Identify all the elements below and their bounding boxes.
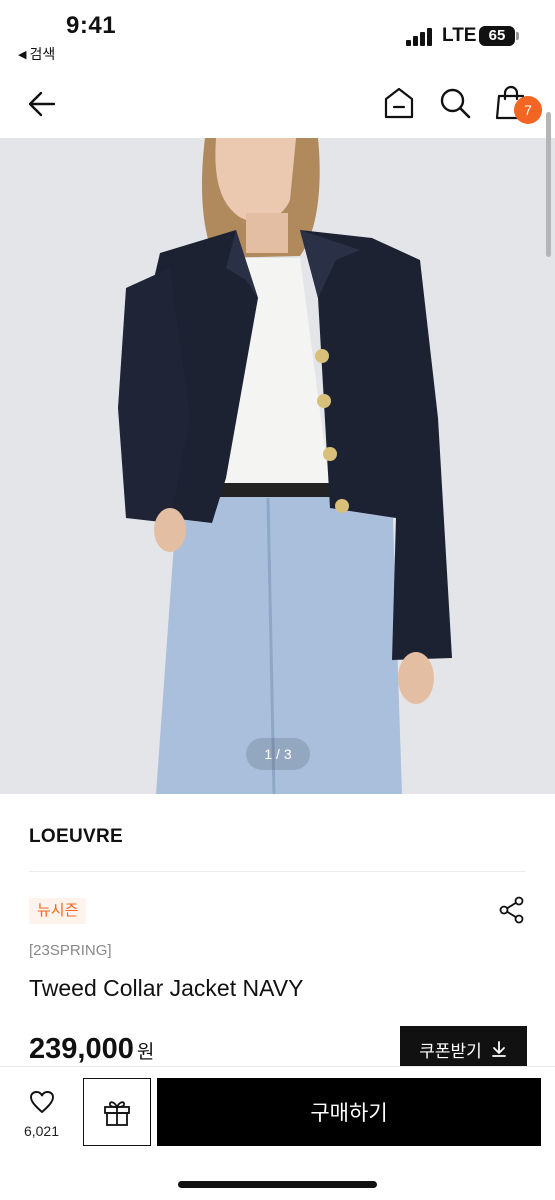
- brand-name[interactable]: LOEUVRE: [29, 826, 123, 848]
- product-photo: [0, 138, 555, 794]
- home-indicator: [178, 1181, 377, 1188]
- gallery-pager: 1 / 3: [246, 738, 310, 770]
- battery-icon: 65: [479, 26, 515, 46]
- home-icon[interactable]: [382, 86, 416, 120]
- like-count: 6,021: [23, 1123, 60, 1139]
- back-triangle-icon: ◀: [18, 48, 27, 61]
- download-icon: [491, 1041, 506, 1057]
- cart-count-badge[interactable]: 7: [514, 96, 542, 124]
- back-to-app-label: 검색: [29, 46, 56, 62]
- product-image-gallery[interactable]: 1 / 3: [0, 138, 555, 794]
- gift-button[interactable]: [83, 1078, 151, 1146]
- new-season-badge: 뉴시즌: [29, 898, 87, 924]
- share-icon[interactable]: [498, 896, 526, 924]
- signal-icon: [406, 28, 436, 46]
- status-time: 9:41: [66, 12, 117, 39]
- search-icon[interactable]: [438, 86, 472, 120]
- network-label: LTE: [442, 25, 477, 46]
- buy-label: 구매하기: [310, 1102, 388, 1125]
- coupon-label: 쿠폰받기: [419, 1041, 482, 1061]
- like-button[interactable]: 6,021: [14, 1090, 69, 1150]
- price-currency: 원: [136, 1042, 155, 1063]
- buy-button[interactable]: 구매하기: [157, 1078, 541, 1146]
- price-value: 239,000: [29, 1033, 134, 1065]
- battery-nub: [516, 32, 519, 40]
- divider: [29, 871, 526, 872]
- price: 239,000 원: [29, 1033, 154, 1066]
- page-scrollbar[interactable]: [546, 112, 551, 257]
- status-bar: 9:41 ◀ 검색 LTE 65: [0, 0, 555, 70]
- back-to-app-link[interactable]: ◀ 검색: [18, 44, 55, 64]
- heart-icon: [29, 1091, 54, 1113]
- top-nav: [0, 70, 555, 138]
- gift-icon: [104, 1101, 130, 1126]
- arrow-left-icon[interactable]: [26, 88, 58, 120]
- product-name: Tweed Collar Jacket NAVY: [29, 975, 304, 1001]
- season-code: [23SPRING]: [29, 942, 112, 959]
